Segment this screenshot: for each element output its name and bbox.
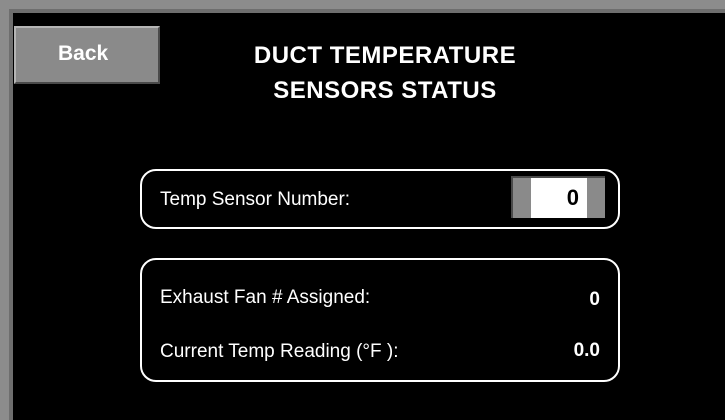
exhaust-fan-value: 0 — [589, 289, 600, 310]
sensor-number-label: Temp Sensor Number: — [160, 189, 351, 210]
page-title: DUCT TEMPERATURE SENSORS STATUS — [160, 38, 610, 108]
hmi-frame: Back DUCT TEMPERATURE SENSORS STATUS Tem… — [0, 0, 725, 420]
temp-reading-label: Current Temp Reading (°F ): — [160, 341, 399, 362]
page-title-line-1: DUCT TEMPERATURE — [253, 42, 517, 69]
back-button[interactable]: Back — [14, 26, 160, 84]
temp-reading-value: 0.0 — [573, 340, 600, 361]
exhaust-fan-label: Exhaust Fan # Assigned: — [160, 287, 371, 308]
sensor-status-panel — [140, 258, 620, 382]
sensor-number-field[interactable]: 0 — [511, 176, 605, 218]
sensor-number-input[interactable]: 0 — [531, 178, 587, 218]
page-title-line-2: SENSORS STATUS — [273, 77, 497, 104]
